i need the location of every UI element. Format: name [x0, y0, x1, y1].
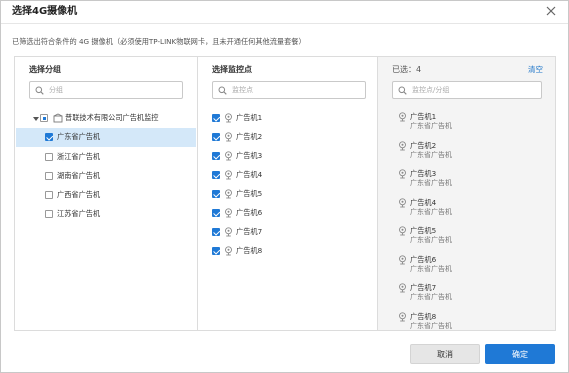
group-label-zhejiang[interactable]: 浙江省广告机 — [57, 152, 100, 162]
group-panel-title: 选择分组 — [29, 65, 61, 74]
monitor-checkbox[interactable] — [212, 247, 220, 255]
monitor-checkbox[interactable] — [212, 171, 220, 179]
selected-item-name: 广告机3 — [410, 169, 437, 178]
camera-icon — [399, 112, 406, 122]
selected-item-group: 广东省广告机 — [410, 321, 452, 330]
camera-icon — [225, 189, 232, 199]
camera-icon — [399, 169, 406, 179]
monitor-checkbox[interactable] — [212, 209, 220, 217]
monitor-checkbox[interactable] — [212, 190, 220, 198]
group-label-guangdong[interactable]: 广东省广告机 — [57, 132, 100, 142]
monitor-label[interactable]: 广告机8 — [236, 246, 262, 256]
group-label-guangxi[interactable]: 广西省广告机 — [57, 190, 100, 200]
selected-item-group: 广东省广告机 — [410, 293, 452, 301]
selected-item-name: 广告机6 — [410, 254, 437, 264]
group-checkbox-hunan[interactable] — [45, 172, 53, 180]
selected-item-group: 广东省广告机 — [410, 179, 452, 187]
title-divider — [1, 23, 568, 24]
camera-icon — [225, 170, 232, 180]
selected-count: 已选：4 — [392, 65, 422, 74]
selection-panels: 选择分组 分组 普联技术有限公司广告机监控 广东省广告机 浙江省广告机 湖南省广… — [14, 56, 556, 331]
selected-item-group: 广东省广告机 — [410, 236, 452, 244]
group-checkbox-zhejiang[interactable] — [45, 153, 53, 161]
monitor-label[interactable]: 广告机1 — [236, 113, 262, 123]
search-icon — [398, 86, 407, 95]
ok-button[interactable]: 确定 — [485, 344, 555, 364]
group-search-placeholder: 分组 — [49, 86, 63, 94]
group-checkbox-jiangsu[interactable] — [45, 210, 53, 218]
expand-arrow-icon[interactable] — [33, 117, 39, 121]
search-icon — [35, 86, 44, 95]
dialog-title: 选择4G摄像机 — [12, 6, 78, 17]
monitor-search-input[interactable]: 监控点 — [212, 81, 366, 99]
monitor-checkbox[interactable] — [212, 228, 220, 236]
group-row-selected-bg — [16, 128, 196, 147]
root-group-label[interactable]: 普联技术有限公司广告机监控 — [65, 113, 158, 123]
monitor-label[interactable]: 广告机5 — [236, 189, 262, 199]
cancel-button[interactable]: 取消 — [410, 344, 480, 364]
monitor-label[interactable]: 广告机6 — [236, 208, 262, 218]
monitor-label[interactable]: 广告机7 — [236, 227, 262, 237]
filter-hint: 已筛选出符合条件的 4G 摄像机（必须使用TP-LINK物联网卡，且未开通任何其… — [12, 37, 306, 46]
group-tree-icon — [53, 113, 63, 123]
close-icon[interactable] — [545, 5, 557, 17]
selected-item-name: 广告机1 — [410, 112, 437, 121]
monitor-checkbox[interactable] — [212, 114, 220, 122]
monitor-panel: 选择监控点 监控点 广告机1 广告机2 广告机3 广告机4 广告机5 广告机6 广告机7 广告… — [197, 57, 377, 330]
monitor-label[interactable]: 广告机2 — [236, 132, 262, 142]
monitor-checkbox[interactable] — [212, 133, 220, 141]
clear-selection-link[interactable]: 清空 — [528, 65, 543, 75]
monitor-checkbox[interactable] — [212, 152, 220, 160]
camera-icon — [399, 197, 406, 207]
camera-icon — [225, 132, 232, 142]
group-panel: 选择分组 分组 普联技术有限公司广告机监控 广东省广告机 浙江省广告机 湖南省广… — [15, 57, 197, 330]
selected-item-name: 广告机8 — [410, 311, 437, 321]
camera-icon — [399, 311, 406, 321]
camera-icon — [225, 208, 232, 218]
camera-icon — [399, 140, 406, 150]
selected-panel: 已选：4 清空 监控点/分组 广告机1 广东省广告机 广告机2 广东省广告机 广告机3 广… — [377, 57, 555, 330]
selected-item-group: 广东省广告机 — [410, 264, 452, 273]
monitor-label[interactable]: 广告机4 — [236, 170, 262, 180]
selected-item-group: 广东省广告机 — [410, 122, 452, 130]
selected-item-name: 广告机4 — [410, 197, 437, 207]
camera-icon — [225, 246, 232, 256]
selected-item-group: 广东省广告机 — [410, 207, 452, 216]
selected-item-name: 广告机5 — [410, 226, 437, 235]
monitor-panel-title: 选择监控点 — [212, 65, 252, 74]
camera-icon — [225, 113, 232, 123]
search-icon — [218, 86, 227, 95]
group-label-hunan[interactable]: 湖南省广告机 — [57, 171, 100, 181]
group-checkbox-guangdong[interactable] — [45, 133, 53, 141]
camera-icon — [225, 227, 232, 237]
selected-item-name: 广告机7 — [410, 283, 437, 292]
group-checkbox-guangxi[interactable] — [45, 191, 53, 199]
group-search-input[interactable]: 分组 — [29, 81, 183, 99]
monitor-label[interactable]: 广告机3 — [236, 151, 262, 161]
camera-icon — [399, 254, 406, 264]
selected-item-name: 广告机2 — [410, 140, 437, 150]
selected-search-input[interactable]: 监控点/分组 — [392, 81, 542, 99]
camera-icon — [225, 151, 232, 161]
select-4g-camera-dialog: 选择4G摄像机 已筛选出符合条件的 4G 摄像机（必须使用TP-LINK物联网卡… — [0, 0, 569, 373]
root-group-checkbox[interactable] — [40, 114, 48, 122]
camera-icon — [399, 283, 406, 293]
selected-item-group: 广东省广告机 — [410, 150, 452, 159]
monitor-search-placeholder: 监控点 — [232, 86, 253, 94]
selected-search-placeholder: 监控点/分组 — [412, 86, 450, 94]
group-label-jiangsu[interactable]: 江苏省广告机 — [57, 209, 100, 219]
camera-icon — [399, 226, 406, 236]
